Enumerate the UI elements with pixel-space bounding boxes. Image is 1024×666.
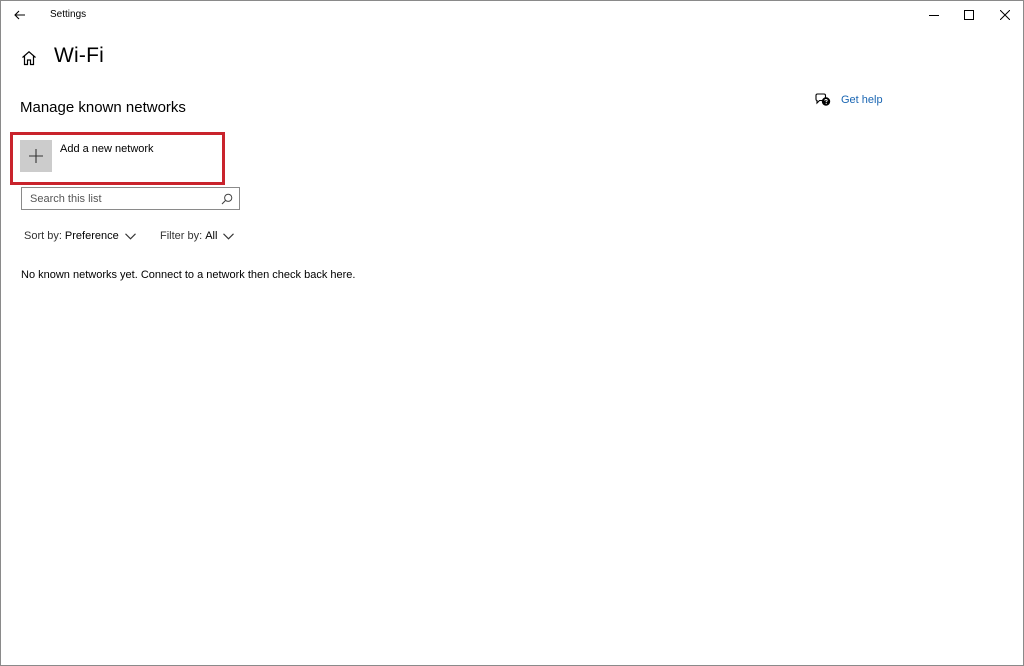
filter-value: All	[205, 230, 218, 242]
back-arrow-icon	[14, 10, 25, 20]
chevron-down-icon	[124, 232, 136, 240]
minimize-icon	[929, 15, 939, 16]
add-network-tile	[20, 140, 52, 172]
back-button[interactable]	[7, 4, 33, 26]
page-title: Wi-Fi	[54, 44, 104, 67]
add-network-label: Add a new network	[60, 143, 154, 155]
add-network-button[interactable]: Add a new network	[20, 140, 154, 172]
plus-icon	[29, 149, 43, 163]
maximize-icon	[964, 10, 974, 20]
get-help-link[interactable]: Get help	[815, 93, 883, 107]
filter-label: Filter by:	[160, 230, 203, 242]
maximize-button[interactable]	[951, 1, 987, 29]
filter-dropdown[interactable]: Filter by: All	[160, 230, 235, 242]
empty-state-message: No known networks yet. Connect to a netw…	[21, 269, 356, 281]
search-input[interactable]	[22, 192, 220, 205]
section-title: Manage known networks	[20, 99, 186, 116]
chevron-down-icon	[223, 232, 235, 240]
chat-help-icon	[815, 93, 831, 106]
close-button[interactable]	[987, 1, 1023, 29]
sort-dropdown[interactable]: Sort by: Preference	[24, 230, 136, 242]
sort-label: Sort by:	[24, 230, 62, 242]
home-button[interactable]	[18, 47, 40, 69]
sort-value: Preference	[64, 230, 119, 242]
title-bar: Settings	[1, 1, 1023, 29]
minimize-button[interactable]	[916, 1, 952, 29]
close-icon	[1000, 10, 1010, 20]
search-icon[interactable]	[220, 192, 234, 206]
settings-window: Settings Wi-Fi Manage known networks Get…	[0, 0, 1024, 666]
home-icon	[22, 51, 36, 66]
search-box	[21, 187, 240, 210]
get-help-label: Get help	[841, 94, 883, 106]
app-title: Settings	[50, 9, 87, 20]
